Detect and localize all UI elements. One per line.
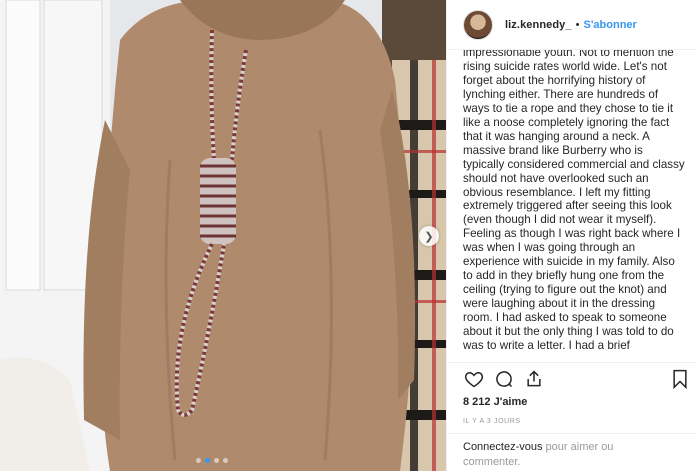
caption-text: impressionable youth. Not to mention the… (463, 50, 685, 353)
likes-count[interactable]: 8 212 J'aime (463, 396, 527, 408)
comment-button[interactable] (493, 368, 515, 390)
share-icon (527, 370, 541, 387)
heart-icon (464, 371, 484, 388)
caption-scroll-area[interactable]: impressionable youth. Not to mention the… (463, 50, 693, 362)
follow-button[interactable]: S'abonner (583, 19, 636, 31)
bookmark-icon (673, 369, 687, 389)
share-button[interactable] (523, 368, 545, 390)
login-link[interactable]: Connectez-vous (463, 441, 543, 453)
carousel-dot (196, 458, 201, 463)
save-button[interactable] (669, 368, 691, 390)
carousel-dot (214, 458, 219, 463)
carousel-dot-active (205, 458, 210, 463)
divider (447, 433, 696, 434)
divider (447, 362, 696, 363)
post-timestamp[interactable]: Il y a 3 jours (463, 418, 521, 425)
carousel-dots (196, 458, 228, 463)
login-prompt: Connectez-vous pour aimer ou commenter. (463, 440, 673, 470)
hoodie-photo-illustration (0, 0, 446, 471)
username-link[interactable]: liz.kennedy_ (505, 19, 572, 31)
header-separator: • (575, 18, 580, 31)
post-header: liz.kennedy_ • S'abonner (447, 0, 696, 50)
post-side-panel: liz.kennedy_ • S'abonner impressionable … (446, 0, 696, 471)
next-photo-button[interactable]: ❯ (419, 226, 439, 246)
post-photo[interactable]: ❯ (0, 0, 446, 471)
comment-icon (496, 371, 513, 388)
carousel-dot (223, 458, 228, 463)
avatar[interactable] (463, 9, 493, 40)
action-bar (463, 366, 691, 392)
like-button[interactable] (463, 368, 485, 390)
chevron-right-icon: ❯ (424, 230, 434, 243)
